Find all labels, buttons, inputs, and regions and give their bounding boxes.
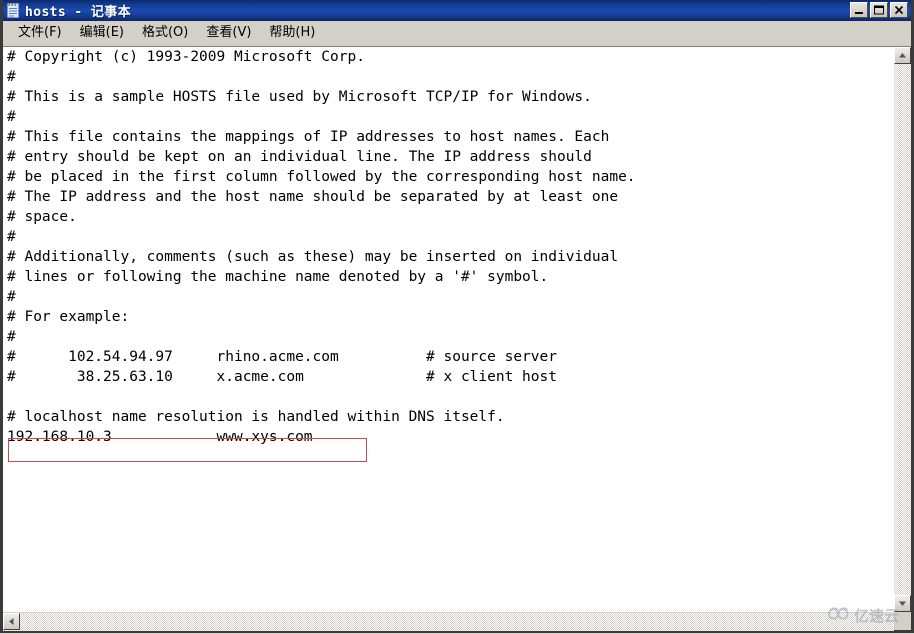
text-line: # This file contains the mappings of IP …	[7, 129, 610, 145]
text-line: # 38.25.63.10 x.acme.com # x client host	[7, 369, 557, 385]
text-line: # The IP address and the host name shoul…	[7, 189, 619, 205]
scroll-up-button[interactable]	[894, 47, 911, 64]
text-line: # 102.54.94.97 rhino.acme.com # source s…	[7, 349, 557, 365]
text-line: # Copyright (c) 1993-2009 Microsoft Corp…	[7, 49, 365, 65]
client-area: # Copyright (c) 1993-2009 Microsoft Corp…	[3, 46, 911, 631]
menu-edit[interactable]: 编辑(E)	[71, 23, 133, 44]
scrollbar-corner	[894, 612, 911, 630]
vertical-scroll-track[interactable]	[894, 64, 911, 595]
text-line: # Additionally, comments (such as these)…	[7, 249, 619, 265]
text-line: # lines or following the machine name de…	[7, 269, 549, 285]
minimize-button[interactable]	[850, 2, 868, 18]
text-line: #	[7, 229, 16, 245]
text-editor[interactable]: # Copyright (c) 1993-2009 Microsoft Corp…	[3, 46, 894, 612]
hosts-file-text[interactable]: # Copyright (c) 1993-2009 Microsoft Corp…	[7, 47, 894, 447]
menu-view[interactable]: 查看(V)	[197, 23, 260, 44]
text-line: #	[7, 289, 16, 305]
window-title: hosts - 记事本	[25, 5, 132, 20]
maximize-button[interactable]	[870, 2, 888, 18]
text-line: # entry should be kept on an individual …	[7, 149, 592, 165]
menu-format[interactable]: 格式(O)	[133, 23, 197, 44]
menu-bar: 文件(F) 编辑(E) 格式(O) 查看(V) 帮助(H)	[3, 21, 911, 46]
text-line: # be placed in the first column followed…	[7, 169, 636, 185]
text-line: 192.168.10.3 www.xys.com	[7, 429, 313, 445]
text-line: # localhost name resolution is handled w…	[7, 409, 505, 425]
menu-help[interactable]: 帮助(H)	[260, 23, 324, 44]
text-line: # For example:	[7, 309, 130, 325]
editor-row: # Copyright (c) 1993-2009 Microsoft Corp…	[3, 46, 911, 612]
vertical-scrollbar[interactable]	[894, 46, 911, 612]
notepad-icon	[6, 2, 21, 19]
scroll-down-button[interactable]	[894, 595, 911, 612]
notepad-window: hosts - 记事本 文件(F) 编辑(E) 格式(O) 查看(V) 帮助(H…	[0, 0, 914, 633]
horizontal-scroll-row	[3, 612, 911, 631]
text-line: #	[7, 109, 16, 125]
menu-file[interactable]: 文件(F)	[9, 23, 71, 44]
text-line: #	[7, 329, 16, 345]
horizontal-scrollbar[interactable]	[3, 612, 894, 631]
title-bar[interactable]: hosts - 记事本	[3, 0, 911, 21]
text-line: # This is a sample HOSTS file used by Mi…	[7, 89, 592, 105]
scroll-left-button[interactable]	[3, 613, 20, 630]
window-controls	[850, 2, 908, 18]
close-button[interactable]	[890, 2, 908, 18]
text-line	[7, 387, 894, 407]
text-line: # space.	[7, 209, 77, 225]
text-line: #	[7, 69, 16, 85]
